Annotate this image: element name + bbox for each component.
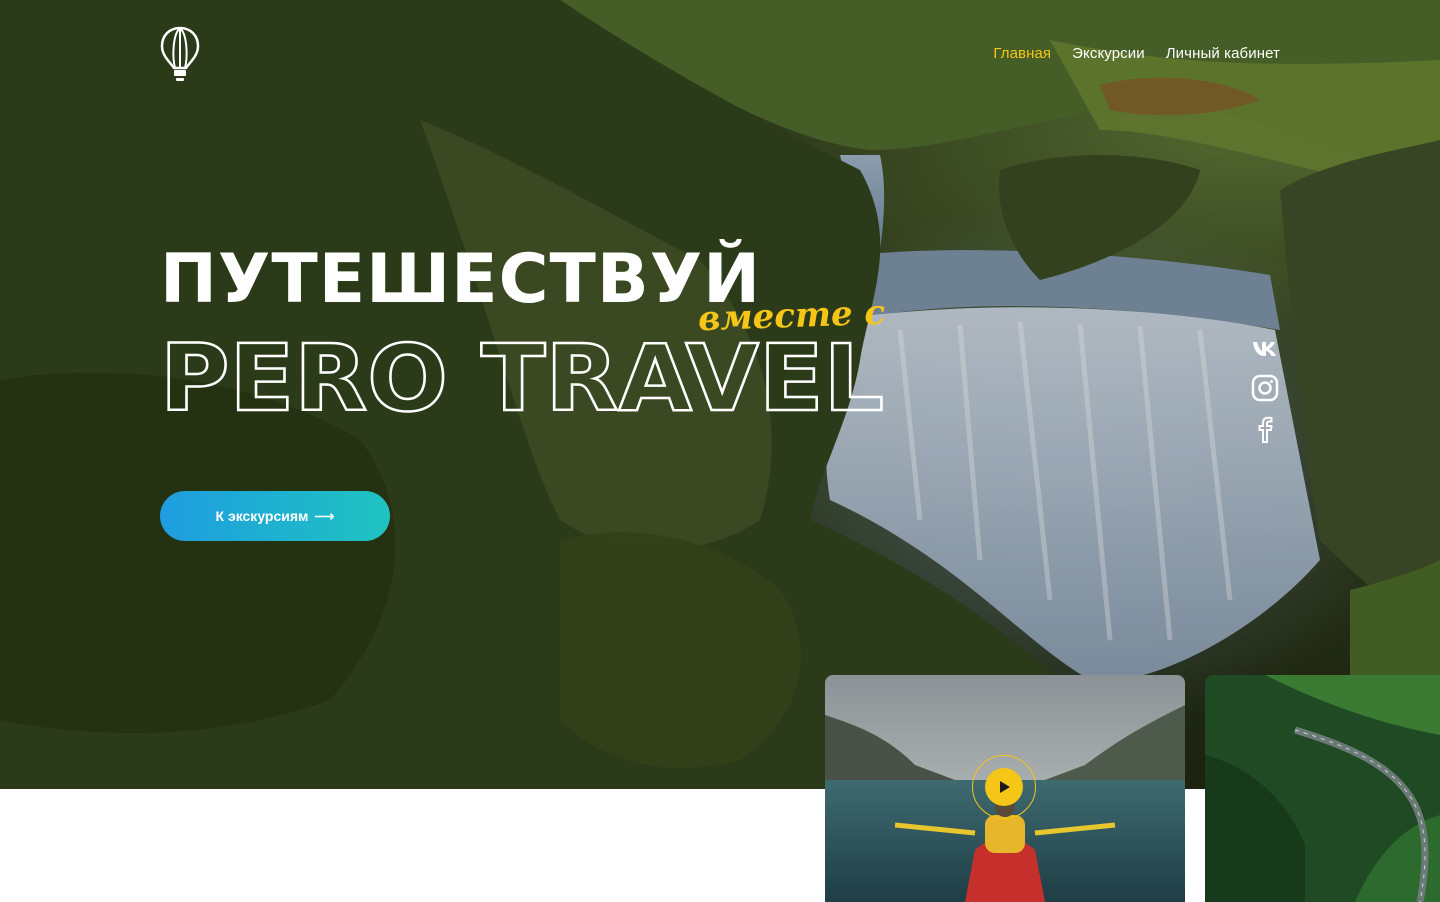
forest-road-photo (1205, 675, 1440, 902)
forest-road-card[interactable] (1205, 675, 1440, 902)
arrow-right-icon: ⟶ (314, 507, 335, 524)
excursions-cta-button[interactable]: К экскурсиям ⟶ (160, 491, 390, 541)
hero-title-line1: ПУТЕШЕСТВУЙ (160, 240, 762, 319)
nav-item-account[interactable]: Личный кабинет (1166, 45, 1280, 62)
hero-title-outline-text: PERO TRAVEL (160, 326, 884, 426)
hero-script-text: вместе с (697, 292, 886, 340)
nav-item-home[interactable]: Главная (993, 45, 1051, 62)
main-nav: Главная Экскурсии Личный кабинет (993, 45, 1280, 62)
facebook-icon[interactable] (1250, 414, 1280, 444)
play-button[interactable] (972, 755, 1036, 819)
hot-air-balloon-icon[interactable] (160, 26, 200, 82)
instagram-icon[interactable] (1250, 373, 1280, 403)
nav-item-excursions[interactable]: Экскурсии (1072, 45, 1145, 62)
cta-label: К экскурсиям (215, 508, 309, 524)
hero-title-line2: PERO TRAVEL (158, 324, 898, 434)
play-icon (985, 768, 1023, 806)
vk-icon[interactable] (1250, 336, 1280, 366)
kayak-video-card[interactable] (825, 675, 1185, 902)
